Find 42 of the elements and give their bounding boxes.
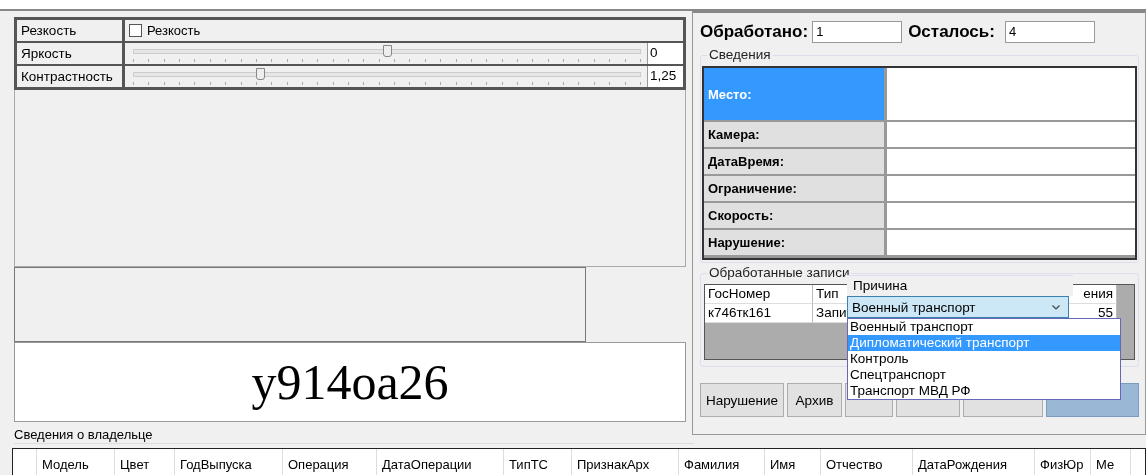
field-label[interactable]: Ограничение: <box>704 176 884 201</box>
table-cell: к746тк161 <box>705 304 813 323</box>
group-title: Обработанные записи <box>707 265 852 280</box>
setting-label: Резкость <box>17 20 122 41</box>
action-button[interactable]: Архив <box>787 383 842 417</box>
plate-number: у914оа26 <box>251 353 449 411</box>
column-header[interactable]: Фамилия <box>679 449 765 475</box>
column-header[interactable]: ения <box>1069 285 1117 304</box>
dropdown-option[interactable]: Спецтранспорт <box>848 367 1120 383</box>
setting-label: Яркость <box>17 43 122 64</box>
field-label[interactable]: Камера: <box>704 122 884 147</box>
value-field[interactable]: 1,25 <box>647 66 683 87</box>
field-label[interactable]: ДатаВремя: <box>704 149 884 174</box>
column-header[interactable]: Отчество <box>821 449 913 475</box>
dropdown-option[interactable]: Транспорт МВД РФ <box>848 383 1120 399</box>
processed-label: Обработано: <box>700 22 809 42</box>
remaining-field[interactable]: 4 <box>1004 21 1095 43</box>
setting-label: Контрастность <box>17 66 122 87</box>
column-header[interactable]: Модель <box>37 449 115 475</box>
column-header[interactable]: ДатаОперации <box>377 449 504 475</box>
remaining-label: Осталось: <box>908 22 995 42</box>
value-field[interactable]: 0 <box>647 43 683 64</box>
column-header[interactable]: Имя <box>765 449 821 475</box>
column-header[interactable]: Ме <box>1091 449 1131 475</box>
column-header[interactable]: ДатаРождения <box>913 449 1035 475</box>
column-header[interactable]: ТипТС <box>504 449 572 475</box>
section-title: Сведения о владельце <box>14 427 694 444</box>
popup-title: Причина <box>847 275 1073 296</box>
group-title: Сведения <box>707 47 773 62</box>
column-header[interactable]: Операция <box>283 449 377 475</box>
action-button[interactable]: Нарушение <box>700 383 784 417</box>
field-label[interactable]: Скорость: <box>704 203 884 228</box>
checkbox-label[interactable]: Резкость <box>147 23 201 38</box>
processed-field[interactable]: 1 <box>812 21 903 43</box>
column-header[interactable]: ГодВыпуска <box>175 449 283 475</box>
column-header[interactable]: ГосНомер <box>705 285 813 304</box>
field-label[interactable]: Нарушение: <box>704 230 884 255</box>
column-header[interactable]: Цвет <box>115 449 175 475</box>
reason-dropdown[interactable]: Военный транспорт <box>847 296 1069 318</box>
column-header[interactable]: ФизЮр <box>1035 449 1091 475</box>
column-header[interactable]: ПризнакАрх <box>572 449 679 475</box>
dropdown-option[interactable]: Контроль <box>848 351 1120 367</box>
